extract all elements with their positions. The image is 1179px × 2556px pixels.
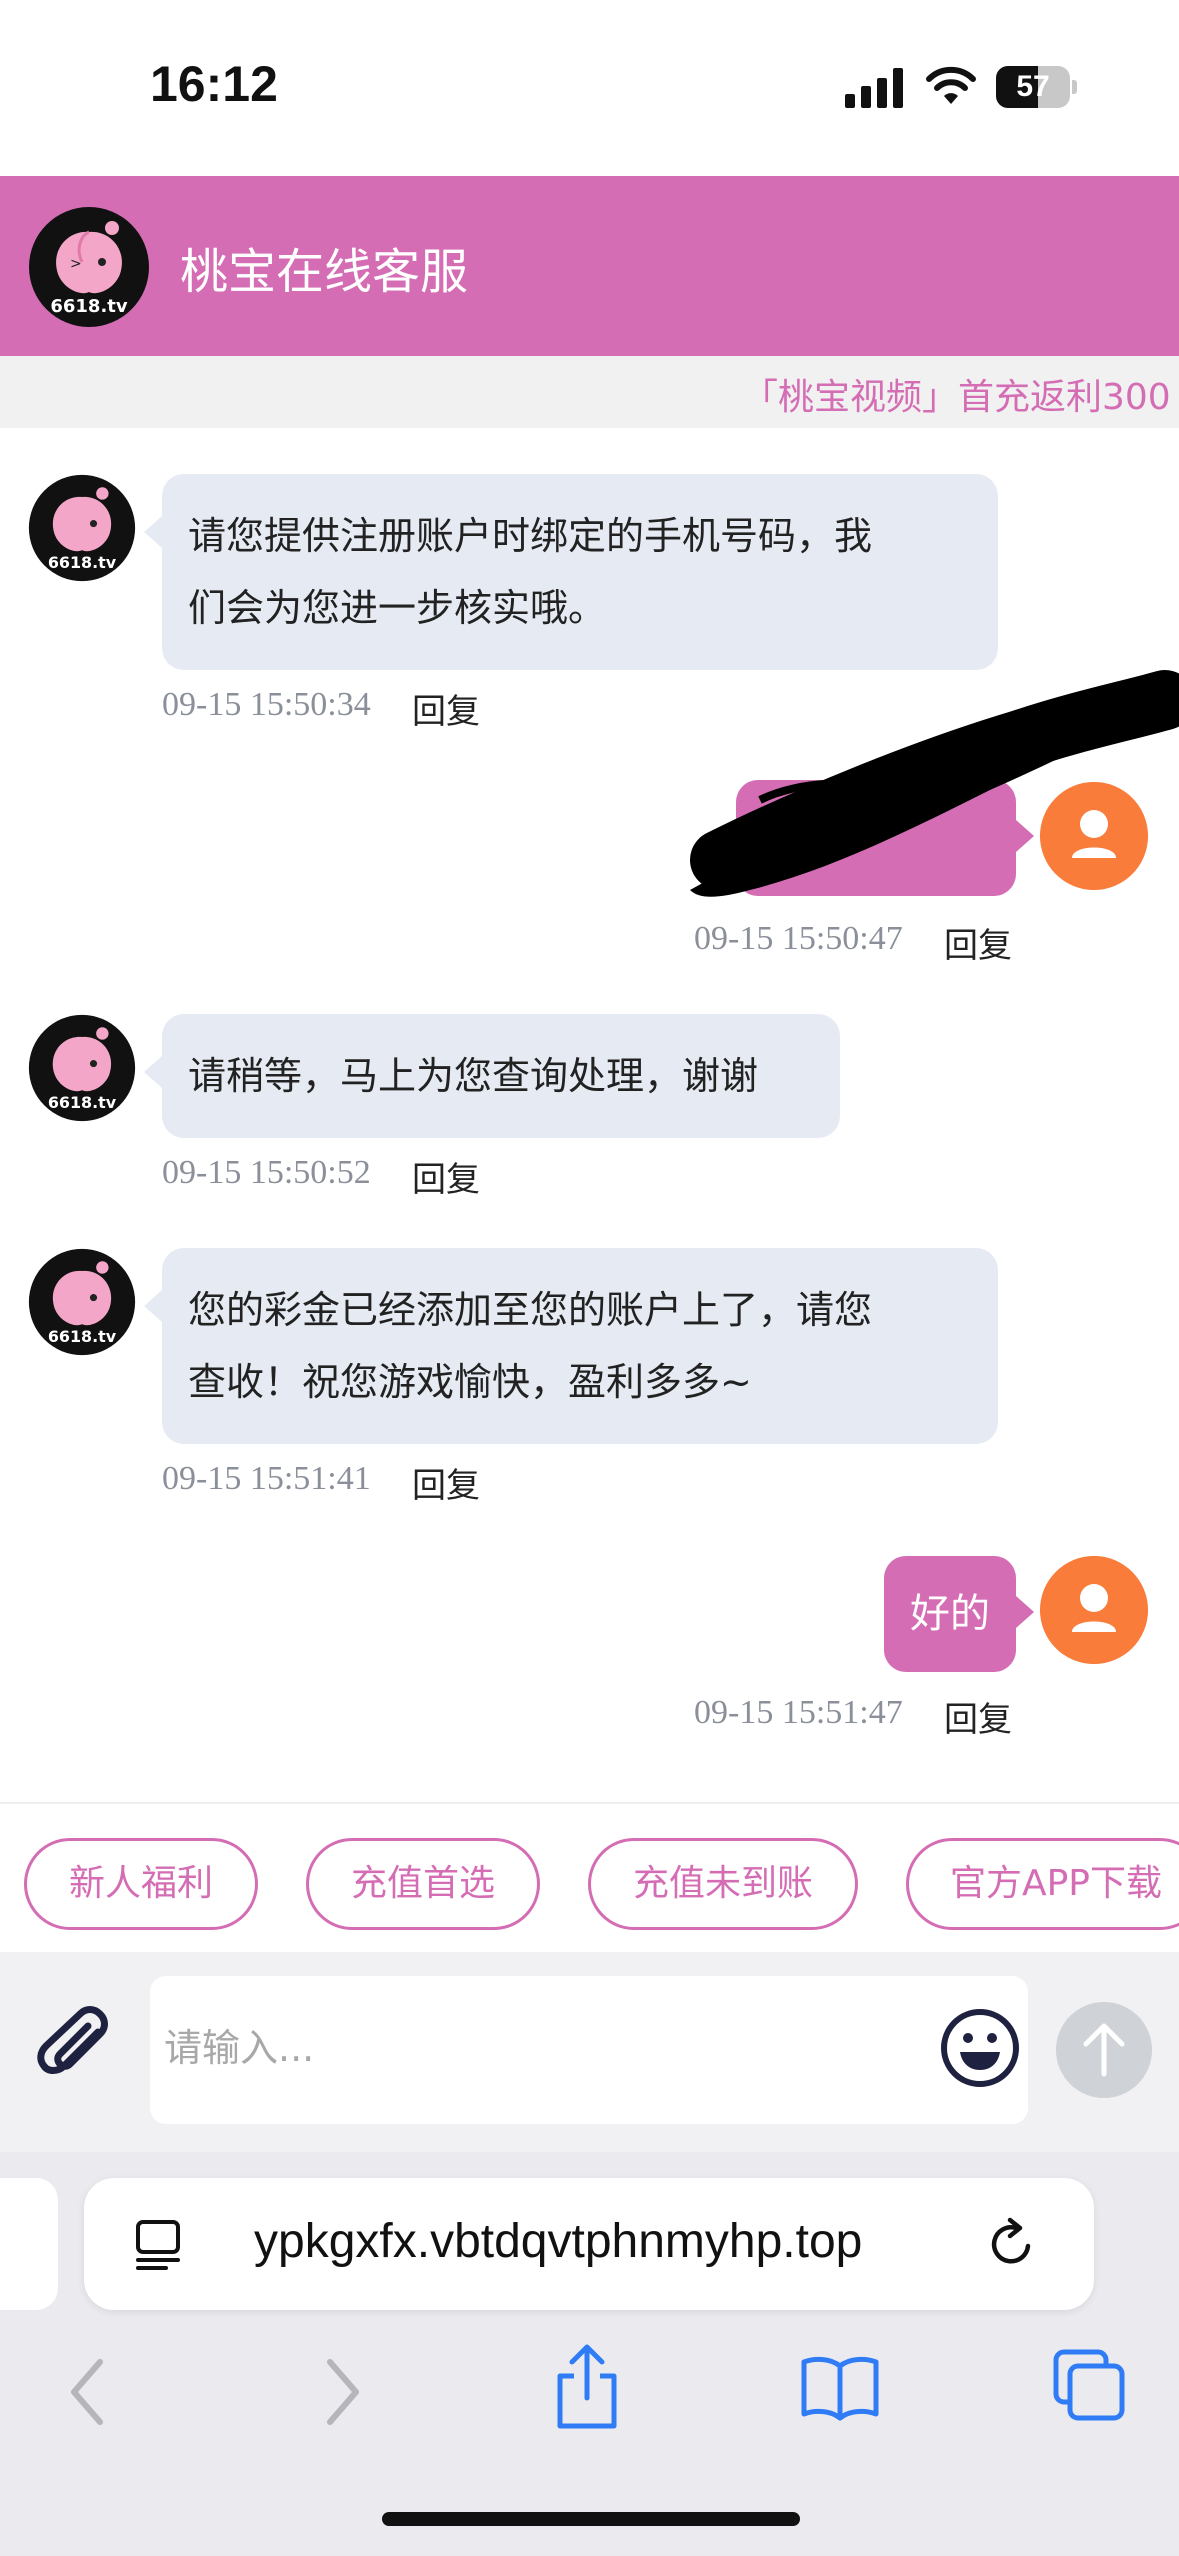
svg-text:6618.tv: 6618.tv xyxy=(48,1093,117,1112)
bookmarks-icon[interactable] xyxy=(800,2352,880,2422)
message-line: 查收！祝您游戏愉快，盈利多多~ xyxy=(188,1360,752,1404)
agent-avatar: 6618.tv xyxy=(28,1248,136,1356)
battery-icon: 57 xyxy=(996,66,1077,108)
attachment-icon[interactable] xyxy=(36,2006,116,2090)
emoji-icon[interactable] xyxy=(938,2006,1022,2090)
user-message-bubble: 好的 xyxy=(884,1556,1034,1672)
marquee-text: 「桃宝视频」首充返利300 xyxy=(742,377,1171,418)
quick-tag-app-download[interactable]: 官方APP下载 xyxy=(906,1838,1179,1930)
message-line: 请稍等，马上为您查询处理，谢谢 xyxy=(188,1054,759,1098)
home-indicator xyxy=(382,2512,800,2526)
url-text: ypkgxfx.vbtdqvtphnmyhp.top xyxy=(254,2215,863,2268)
back-icon[interactable] xyxy=(60,2352,116,2432)
browser-toolbar: ypkgxfx.vbtdqvtphnmyhp.top xyxy=(0,2152,1179,2556)
page-title: 桃宝在线客服 xyxy=(180,244,469,300)
message-input-bar xyxy=(0,1952,1179,2152)
quick-tag-recharge-first[interactable]: 充值首选 xyxy=(306,1838,540,1930)
message-line: 请您提供注册账户时绑定的手机号码，我 xyxy=(188,514,873,558)
message-time: 09-15 15:50:52 xyxy=(162,1154,371,1191)
brand-logo: > 6618.tv xyxy=(29,207,149,327)
message-time: 09-15 15:50:47 xyxy=(694,920,903,957)
agent-message-bubble: 请您提供注册账户时绑定的手机号码，我 们会为您进一步核实哦。 xyxy=(144,474,998,670)
reply-link[interactable]: 回复 xyxy=(412,1152,480,1201)
message-time: 09-15 15:51:47 xyxy=(694,1694,903,1731)
chat-header: > 6618.tv 桃宝在线客服 xyxy=(0,176,1179,356)
page-menu-icon[interactable] xyxy=(132,2218,186,2272)
reply-link[interactable]: 回复 xyxy=(412,684,480,733)
agent-message-bubble: 您的彩金已经添加至您的账户上了，请您 查收！祝您游戏愉快，盈利多多~ xyxy=(144,1248,998,1444)
reload-icon[interactable] xyxy=(984,2216,1040,2272)
redaction-scribble xyxy=(690,670,1179,897)
quick-tag-recharge-missing[interactable]: 充值未到账 xyxy=(588,1838,858,1930)
wifi-icon xyxy=(926,66,976,104)
agent-avatar: 6618.tv xyxy=(28,1014,136,1122)
battery-percent: 57 xyxy=(1016,70,1050,103)
message-input[interactable] xyxy=(164,2016,924,2080)
previous-tab-preview[interactable] xyxy=(0,2178,58,2310)
reply-link[interactable]: 回复 xyxy=(412,1458,480,1507)
svg-text:6618.tv: 6618.tv xyxy=(48,1327,117,1346)
cellular-signal-icon xyxy=(845,68,907,108)
address-bar[interactable]: ypkgxfx.vbtdqvtphnmyhp.top xyxy=(84,2178,1094,2310)
message-time: 09-15 15:50:34 xyxy=(162,686,371,723)
announcement-marquee[interactable]: 「桃宝视频」首充返利300 xyxy=(0,356,1179,428)
quick-tag-newbie-benefits[interactable]: 新人福利 xyxy=(24,1838,258,1930)
svg-text:6618.tv: 6618.tv xyxy=(48,553,117,572)
reply-link[interactable]: 回复 xyxy=(944,918,1012,967)
agent-avatar: 6618.tv xyxy=(28,474,136,582)
message-input-container xyxy=(150,1976,1028,2124)
reply-link[interactable]: 回复 xyxy=(944,1692,1012,1741)
share-icon[interactable] xyxy=(552,2342,622,2432)
forward-icon[interactable] xyxy=(314,2352,370,2432)
svg-text:6618.tv: 6618.tv xyxy=(50,296,128,317)
tabs-icon[interactable] xyxy=(1052,2348,1126,2422)
svg-text:>: > xyxy=(70,256,82,272)
quick-reply-bar: 新人福利 充值首选 充值未到账 官方APP下载 xyxy=(0,1802,1179,1952)
status-bar: 16:12 57 xyxy=(0,0,1179,176)
send-arrow-icon[interactable] xyxy=(1056,2002,1152,2098)
message-line: 们会为您进一步核实哦。 xyxy=(188,586,607,630)
user-avatar xyxy=(1040,1556,1148,1664)
message-line: 您的彩金已经添加至您的账户上了，请您 xyxy=(188,1288,873,1332)
agent-message-bubble: 请稍等，马上为您查询处理，谢谢 xyxy=(144,1014,840,1138)
status-time: 16:12 xyxy=(150,56,278,112)
message-time: 09-15 15:51:41 xyxy=(162,1460,371,1497)
